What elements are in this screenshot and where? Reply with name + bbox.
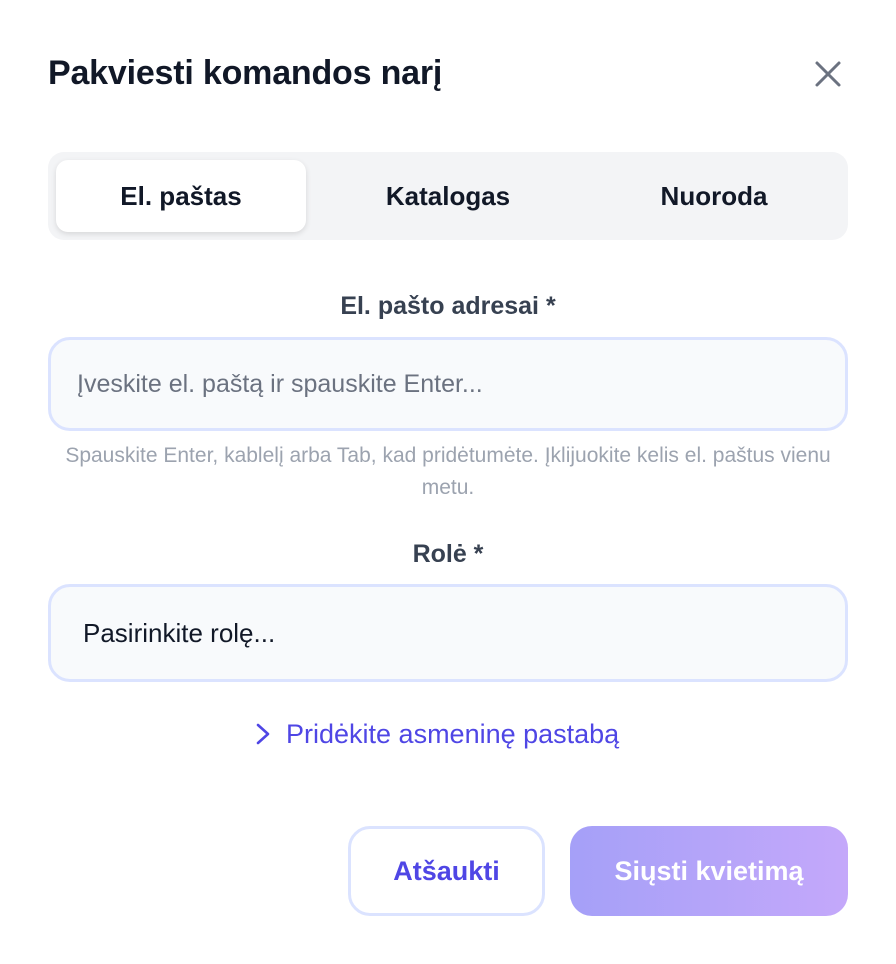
close-icon <box>814 60 842 93</box>
invite-dialog: Pakviesti komandos narį El. paštas Katal… <box>0 0 896 964</box>
email-input[interactable] <box>51 340 845 428</box>
send-invite-button[interactable]: Siųsti kvietimą <box>570 826 848 916</box>
email-field-label: El. pašto adresai * <box>340 292 556 320</box>
close-button[interactable] <box>808 56 848 96</box>
role-select[interactable]: Pasirinkite rolę... <box>48 584 848 682</box>
dialog-title: Pakviesti komandos narį <box>48 54 443 92</box>
chevron-right-icon <box>252 716 274 752</box>
email-input-container <box>48 337 848 431</box>
role-field-label: Rolė * <box>412 540 484 568</box>
tab-email[interactable]: El. paštas <box>56 160 306 232</box>
cancel-button[interactable]: Atšaukti <box>348 826 545 916</box>
invite-method-tabs: El. paštas Katalogas Nuoroda <box>48 152 848 240</box>
tab-directory[interactable]: Katalogas <box>316 160 580 232</box>
tab-link[interactable]: Nuoroda <box>588 160 840 232</box>
role-select-value: Pasirinkite rolę... <box>83 617 276 648</box>
email-helper-text: Spauskite Enter, kablelį arba Tab, kad p… <box>65 444 831 499</box>
add-note-label: Pridėkite asmeninę pastabą <box>286 718 620 749</box>
add-note-toggle[interactable]: Pridėkite asmeninę pastabą <box>252 716 619 752</box>
